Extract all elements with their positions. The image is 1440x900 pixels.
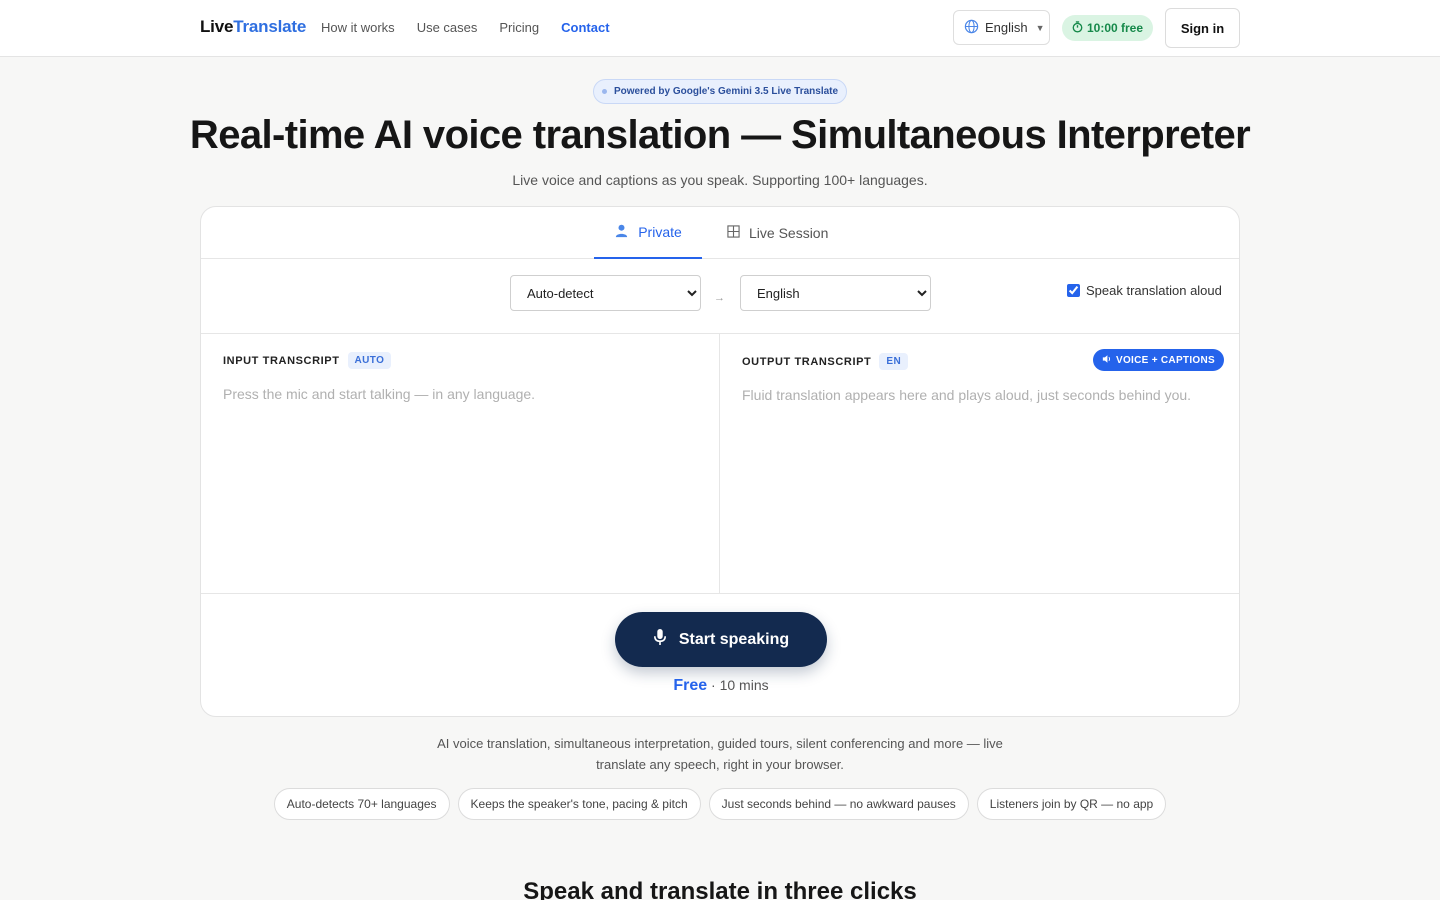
arrow-right-icon: → [714, 292, 725, 304]
logo-part-live: Live [200, 17, 234, 36]
translator-card: Private Live Session Auto-detect → Engli… [200, 206, 1240, 717]
speak-aloud-label: Speak translation aloud [1086, 283, 1222, 298]
input-transcript-label: INPUT TRANSCRIPT [223, 354, 340, 367]
language-controls: Auto-detect → English Speak translation … [201, 259, 1239, 334]
feature-chip: Listeners join by QR — no app [976, 788, 1167, 820]
grid-icon [727, 225, 740, 241]
language-selector[interactable]: English ▼ [953, 10, 1050, 45]
microphone-icon [653, 628, 667, 651]
caret-down-icon: ▼ [1035, 22, 1045, 33]
timer-icon [1072, 20, 1083, 36]
product-description: AI voice translation, simultaneous inter… [437, 736, 1003, 772]
nav-pricing[interactable]: Pricing [499, 20, 539, 35]
input-transcript-placeholder: Press the mic and start talking — in any… [223, 386, 536, 402]
free-time-label: 10:00 free [1086, 21, 1144, 35]
nav-how-it-works[interactable]: How it works [321, 20, 395, 35]
powered-by-label: Powered by Google's Gemini 3.5 Live Tran… [613, 86, 839, 97]
logo[interactable]: LiveTranslate [200, 17, 306, 37]
feature-chip: Auto-detects 70+ languages [273, 788, 450, 820]
nav-use-cases[interactable]: Use cases [417, 20, 478, 35]
tab-live-session-label: Live Session [749, 225, 829, 241]
start-speaking-label: Start speaking [678, 630, 790, 648]
input-transcript-pane[interactable]: INPUT TRANSCRIPT AUTO Press the mic and … [201, 334, 720, 594]
feature-chip: Just seconds behind — no awkward pauses [708, 788, 969, 820]
voice-captions-badge: VOICE + CAPTIONS [1093, 349, 1224, 371]
input-language-badge: AUTO [347, 352, 392, 369]
start-speaking-button[interactable]: Start speaking [615, 612, 827, 667]
logo-part-translate: Translate [233, 17, 307, 36]
transcript-panes: INPUT TRANSCRIPT AUTO Press the mic and … [201, 334, 1239, 594]
output-transcript-pane[interactable]: OUTPUT TRANSCRIPT EN VOICE + CAPTIONS Fl… [720, 334, 1239, 594]
target-language-select[interactable]: English [740, 275, 931, 311]
feature-chip: Keeps the speaker's tone, pacing & pitch [457, 788, 701, 820]
voice-captions-label: VOICE + CAPTIONS [1116, 354, 1215, 366]
free-time-badge: 10:00 free [1062, 15, 1153, 41]
page-subtitle: Live voice and captions as you speak. Su… [512, 172, 928, 188]
source-language-select[interactable]: Auto-detect [510, 275, 701, 311]
page-title: Real-time AI voice translation — Simulta… [189, 113, 1251, 157]
feature-chips: Auto-detects 70+ languages Keeps the spe… [0, 788, 1440, 820]
free-duration: · 10 mins [711, 677, 769, 693]
powered-by-badge: Powered by Google's Gemini 3.5 Live Tran… [593, 79, 847, 104]
speaker-icon [1102, 354, 1112, 367]
dot-icon [601, 89, 607, 94]
tab-private[interactable]: Private [594, 207, 702, 259]
output-language-badge: EN [879, 353, 909, 370]
language-selector-label: English [985, 20, 1028, 35]
main-nav: How it works Use cases Pricing Contact [321, 20, 610, 35]
sign-in-button[interactable]: Sign in [1165, 8, 1240, 48]
input-transcript-header: INPUT TRANSCRIPT AUTO [223, 352, 392, 369]
output-transcript-placeholder: Fluid translation appears here and plays… [742, 387, 1192, 403]
section-heading: Speak and translate in three clicks [523, 878, 917, 900]
tab-private-label: Private [638, 224, 682, 240]
nav-contact[interactable]: Contact [561, 20, 609, 35]
tab-live-session[interactable]: Live Session [727, 207, 828, 259]
free-usage-note: Free · 10 mins [201, 677, 1239, 695]
person-icon [614, 223, 629, 241]
mode-tabs: Private Live Session [201, 207, 1239, 259]
speak-aloud-toggle[interactable]: Speak translation aloud [1067, 283, 1222, 298]
speak-aloud-checkbox[interactable] [1067, 284, 1080, 297]
top-navbar: LiveTranslate How it works Use cases Pri… [0, 0, 1440, 57]
output-transcript-header: OUTPUT TRANSCRIPT EN [742, 353, 909, 370]
globe-icon [964, 19, 979, 37]
free-label: Free [673, 677, 708, 694]
output-transcript-label: OUTPUT TRANSCRIPT [742, 355, 872, 368]
